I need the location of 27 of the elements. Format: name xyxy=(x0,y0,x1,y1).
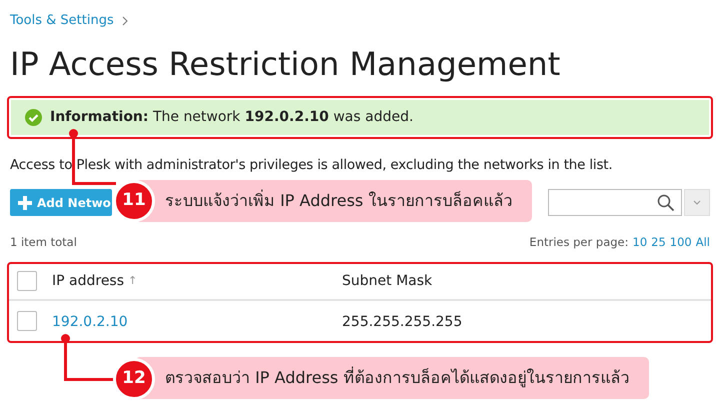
plus-icon xyxy=(18,196,32,210)
caret-icon xyxy=(693,200,701,206)
checkbox[interactable] xyxy=(17,310,37,330)
page-size-link[interactable]: 25 xyxy=(651,234,666,252)
notification-text: Information: The network 192.0.2.10 was added. xyxy=(50,108,414,127)
sort-arrow: ↑ xyxy=(128,272,138,289)
search-options-button[interactable] xyxy=(684,189,710,216)
add-network-button[interactable]: Add Netwo xyxy=(10,189,112,216)
step-number-badge: 12 xyxy=(113,358,155,400)
table-cell: 255.255.255.255 xyxy=(342,314,462,330)
chevron-icon xyxy=(122,16,128,26)
item-count: 1 item total xyxy=(10,234,77,252)
entries-label: Entries per page: xyxy=(529,234,628,252)
search-icon xyxy=(657,194,675,212)
breadcrumb-link[interactable]: Tools & Settings xyxy=(10,11,114,31)
page-size-link[interactable]: 10 xyxy=(632,234,648,252)
page-size-link[interactable]: 100 xyxy=(670,234,692,252)
check-icon xyxy=(25,109,42,126)
checkbox[interactable] xyxy=(17,271,37,291)
column-header[interactable]: IP address xyxy=(52,270,124,292)
step-number-badge: 11 xyxy=(113,180,155,222)
ip-address-link[interactable]: 192.0.2.10 xyxy=(52,314,128,330)
search-field[interactable] xyxy=(548,189,682,216)
description-text: Access to Plesk with administrator's privileges is allowed, excluding the networks in the list. xyxy=(10,156,614,175)
column-header[interactable]: Subnet Mask xyxy=(342,270,432,292)
page-title: IP Access Restriction Management xyxy=(10,44,562,84)
page-size-link[interactable]: All xyxy=(696,234,710,252)
